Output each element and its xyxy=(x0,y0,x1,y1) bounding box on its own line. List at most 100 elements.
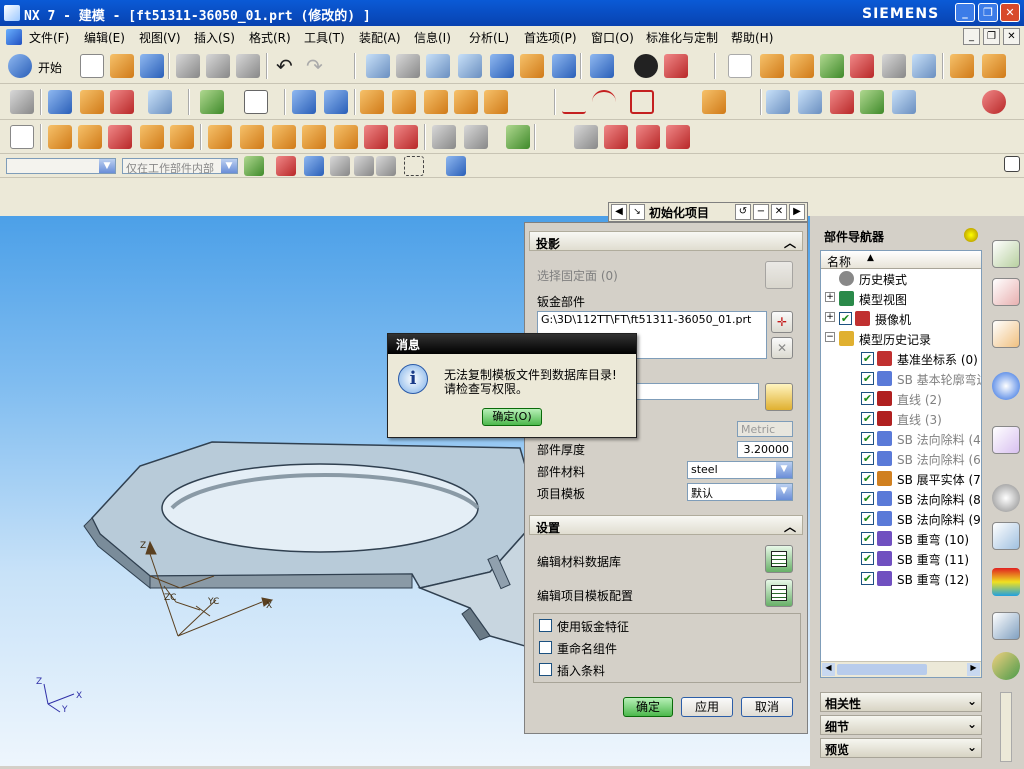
spline-icon[interactable] xyxy=(662,90,686,114)
pin-icon[interactable]: ↘ xyxy=(629,204,645,220)
sm-feature-2-icon[interactable] xyxy=(78,125,102,149)
through-curves-icon[interactable] xyxy=(798,90,822,114)
dialog-close-icon[interactable]: ✕ xyxy=(771,204,787,220)
process-studio-icon[interactable] xyxy=(992,612,1020,640)
block-icon[interactable] xyxy=(292,90,316,114)
studio-surface-icon[interactable] xyxy=(860,90,884,114)
sm-feature-4-icon[interactable] xyxy=(140,125,164,149)
revolve-icon[interactable] xyxy=(80,90,104,114)
dialog-title-bar[interactable]: ◀ ↘ 初始化项目 ↺ − ✕ ▶ xyxy=(608,202,808,222)
table-icon[interactable] xyxy=(432,125,456,149)
zoom-window-icon[interactable] xyxy=(396,54,420,78)
doc-icon[interactable] xyxy=(10,125,34,149)
chevron-down-icon[interactable]: ⌄ xyxy=(967,740,977,754)
visibility-checkbox[interactable]: ✔ xyxy=(861,512,874,525)
minimize-button[interactable]: _ xyxy=(955,3,975,22)
chevron-down-icon[interactable]: ▼ xyxy=(776,462,792,478)
navigator-tree[interactable]: 名称 ▲ 历史模式 + 模型视图 + ✔ 摄像机 − 模型历史记录 ✔ 基准坐标系 (0) ✔ SB … xyxy=(820,250,982,678)
scroll-right-icon[interactable]: ▶ xyxy=(967,663,980,676)
thickness-input[interactable]: 3.20000 xyxy=(737,441,793,458)
tree-row[interactable]: ✔ SB 法向除料 (9) xyxy=(821,509,981,529)
paste-icon[interactable] xyxy=(236,54,260,78)
message-title[interactable]: 消息 xyxy=(388,334,636,354)
doc-close-icon[interactable]: ✕ xyxy=(1003,28,1020,45)
save-icon[interactable] xyxy=(140,54,164,78)
visibility-checkbox[interactable]: ✔ xyxy=(861,372,874,385)
louver-icon[interactable] xyxy=(454,90,478,114)
part-navigator-icon[interactable] xyxy=(992,320,1020,348)
tree-row[interactable]: ✔ SB 基本轮廓弯边 xyxy=(821,369,981,389)
tree-row[interactable]: + 模型视图 xyxy=(821,289,981,309)
menu-standardize[interactable]: 标准化与定制 xyxy=(646,29,718,46)
pan-icon[interactable] xyxy=(520,54,544,78)
magnify-icon[interactable] xyxy=(458,54,482,78)
sm-tools-icon[interactable] xyxy=(604,125,628,149)
visibility-checkbox[interactable]: ✔ xyxy=(861,392,874,405)
tree-row[interactable]: ✔ 直线 (2) xyxy=(821,389,981,409)
pin-icon[interactable] xyxy=(964,228,978,242)
chevron-down-icon[interactable]: ⌄ xyxy=(967,717,977,731)
filter-edge-icon[interactable] xyxy=(376,156,396,176)
assembly-navigator-icon[interactable] xyxy=(992,240,1020,268)
tab-icon[interactable] xyxy=(360,90,384,114)
ok-button[interactable]: 确定 xyxy=(623,697,673,717)
pattern-icon[interactable] xyxy=(148,90,172,114)
plane-icon[interactable] xyxy=(244,90,268,114)
scope-select[interactable]: 仅在工作部件内部 ▼ xyxy=(122,158,238,175)
undo-icon[interactable]: ↶ xyxy=(276,54,300,78)
profile-icon[interactable] xyxy=(630,90,654,114)
visibility-checkbox[interactable]: ✔ xyxy=(861,432,874,445)
menu-file[interactable]: 文件(F) xyxy=(29,29,69,46)
section-dependencies[interactable]: 相关性 ⌄ xyxy=(820,692,982,712)
section-settings[interactable]: 设置 ︿ xyxy=(529,515,803,535)
snap-point-icon[interactable] xyxy=(276,156,296,176)
filter-face-icon[interactable] xyxy=(354,156,374,176)
cut-icon[interactable] xyxy=(176,54,200,78)
menu-assembly[interactable]: 装配(A) xyxy=(359,29,401,46)
web-browser-icon[interactable] xyxy=(992,372,1020,400)
flange-icon[interactable] xyxy=(392,90,416,114)
eye-icon[interactable] xyxy=(542,125,566,149)
history-clock-icon[interactable] xyxy=(992,484,1020,512)
sm-feature-8-icon[interactable] xyxy=(272,125,296,149)
section-details[interactable]: 细节 ⌄ xyxy=(820,715,982,735)
start-icon[interactable] xyxy=(8,54,32,78)
edit-material-db-button[interactable] xyxy=(765,545,793,573)
ruler-icon[interactable] xyxy=(982,54,1006,78)
deselect-icon[interactable] xyxy=(912,54,936,78)
expand-icon[interactable]: + xyxy=(825,312,835,322)
filter-select[interactable]: ▼ xyxy=(6,158,116,174)
color-palette-icon[interactable] xyxy=(992,568,1020,596)
chevron-down-icon[interactable]: ⌄ xyxy=(967,694,977,708)
tree-row[interactable]: ✔ SB 法向除料 (6) xyxy=(821,449,981,469)
tree-row[interactable]: ✔ SB 法向除料 (8) xyxy=(821,489,981,509)
redo-icon[interactable]: ↷ xyxy=(306,54,330,78)
fullscreen-icon[interactable] xyxy=(1004,156,1020,172)
color-wheel-icon[interactable] xyxy=(982,90,1006,114)
table-2-icon[interactable] xyxy=(464,125,488,149)
cancel-button[interactable]: 取消 xyxy=(741,697,793,717)
visibility-checkbox[interactable]: ✔ xyxy=(839,312,852,325)
tools-icon[interactable] xyxy=(574,125,598,149)
point-icon[interactable] xyxy=(760,54,784,78)
assembly-icon[interactable] xyxy=(10,90,34,114)
palette-icon[interactable] xyxy=(992,426,1020,454)
section-projection[interactable]: 投影 ︿ xyxy=(529,231,803,251)
menu-window[interactable]: 窗口(O) xyxy=(591,29,634,46)
expand-icon[interactable]: + xyxy=(825,292,835,302)
app-menu-icon[interactable] xyxy=(6,29,22,45)
menu-preferences[interactable]: 首选项(P) xyxy=(524,29,577,46)
filter-body-icon[interactable] xyxy=(330,156,350,176)
template-select[interactable]: 默认 ▼ xyxy=(687,483,793,501)
sm-feature-3-icon[interactable] xyxy=(108,125,132,149)
extrude-icon[interactable] xyxy=(48,90,72,114)
tree-row[interactable]: ✔ SB 重弯 (10) xyxy=(821,529,981,549)
visibility-checkbox[interactable]: ✔ xyxy=(861,412,874,425)
visibility-checkbox[interactable]: ✔ xyxy=(861,572,874,585)
list-icon[interactable] xyxy=(506,125,530,149)
open-folder-icon[interactable] xyxy=(110,54,134,78)
menu-tools[interactable]: 工具(T) xyxy=(304,29,345,46)
render-style-icon[interactable] xyxy=(634,54,658,78)
visibility-checkbox[interactable]: ✔ xyxy=(861,492,874,505)
chevron-up-icon[interactable]: ︿ xyxy=(784,234,796,251)
